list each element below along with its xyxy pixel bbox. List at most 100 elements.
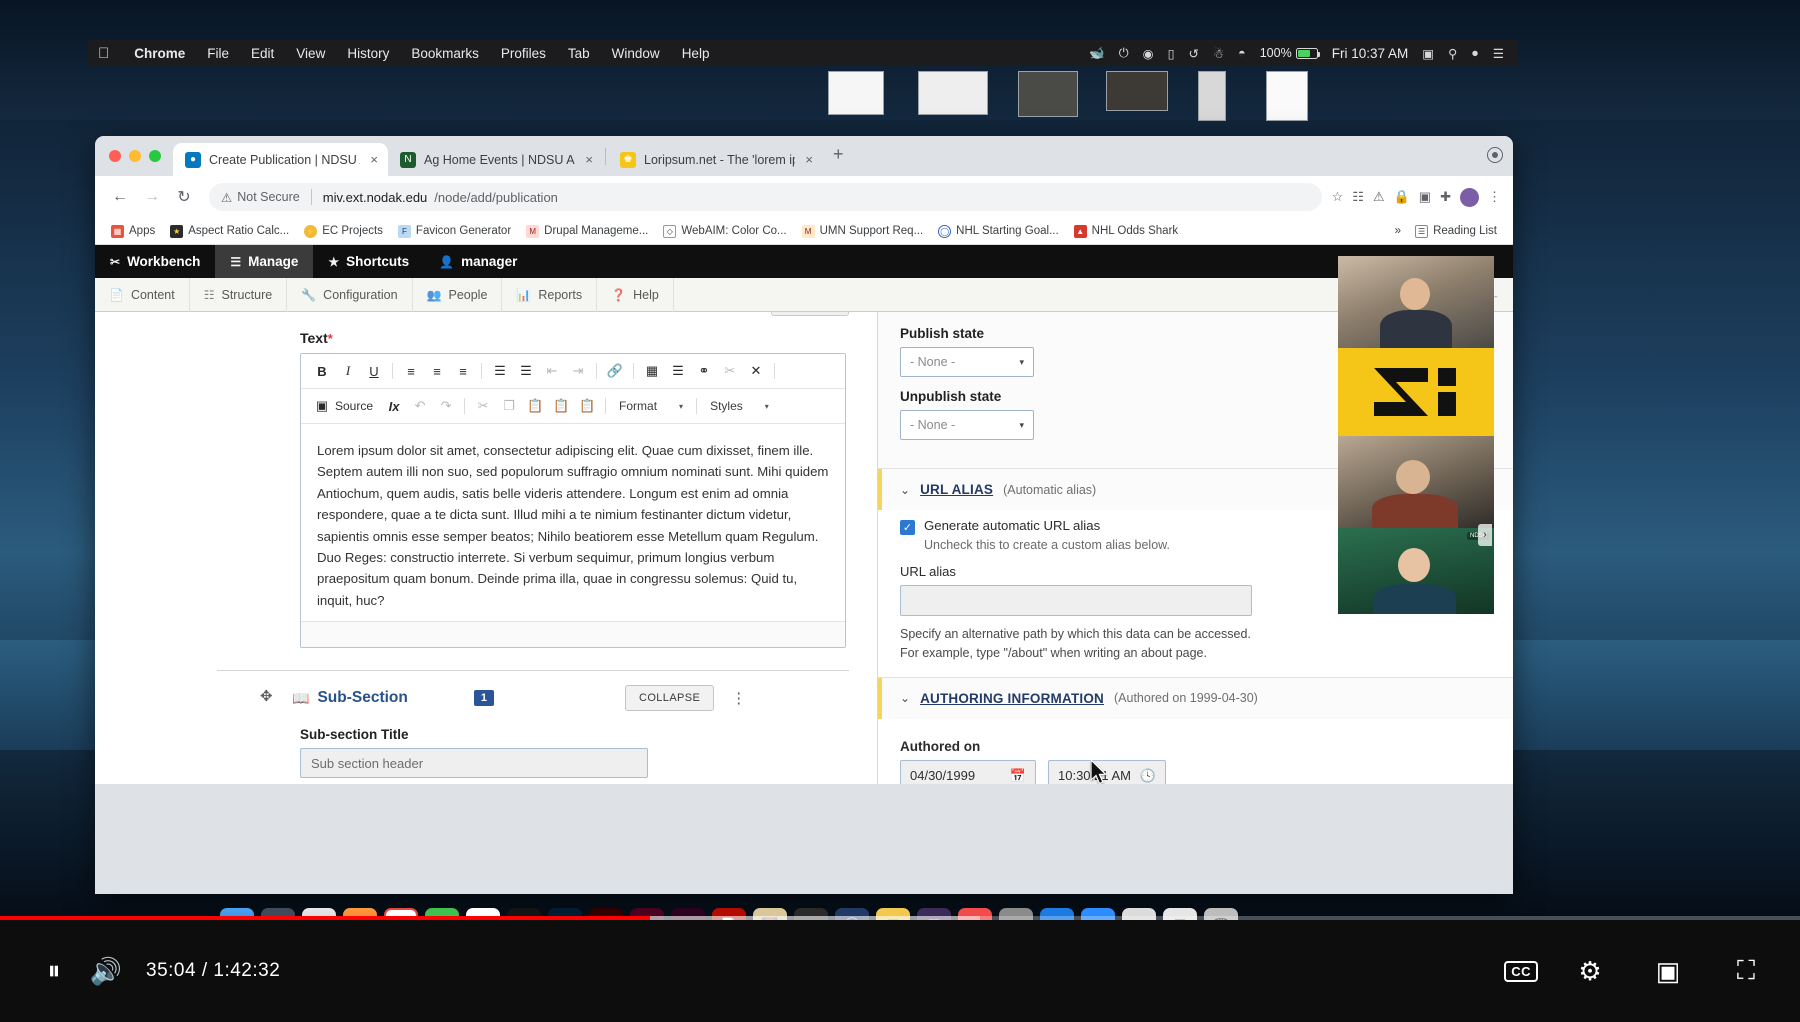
power-icon[interactable]: ⏻: [1119, 46, 1129, 61]
authoring-accordion-header[interactable]: ⌄ AUTHORING INFORMATION (Authored on 199…: [878, 677, 1513, 719]
toolbar-item-manager[interactable]: 👤 manager: [424, 245, 532, 278]
close-tab-button[interactable]: ×: [585, 152, 593, 167]
kebab-menu-icon[interactable]: ⋮: [731, 689, 746, 707]
bookmark-drupal-management[interactable]: M Drupal Manageme...: [520, 222, 654, 241]
bookmarks-overflow-button[interactable]: »: [1395, 225, 1401, 237]
menu-item-history[interactable]: History: [336, 46, 400, 61]
menu-item-tab[interactable]: Tab: [557, 46, 601, 61]
wifi-icon[interactable]: ◓: [1238, 46, 1246, 60]
subsection-weight-badge[interactable]: 1: [473, 690, 494, 706]
unpublish-state-select[interactable]: - None - ▾: [900, 410, 1034, 440]
gear-icon[interactable]: ⚙: [1564, 945, 1616, 997]
captions-button[interactable]: CC: [1504, 960, 1538, 982]
reload-button[interactable]: ↻: [169, 182, 199, 212]
numbered-list-button[interactable]: ☰: [513, 359, 539, 383]
collapse-button[interactable]: COLLAPSE: [624, 685, 715, 711]
bookmark-nhl-starting-goalies[interactable]: ◯ NHL Starting Goal...: [932, 222, 1064, 241]
menu-item-file[interactable]: File: [196, 46, 240, 61]
remove-format-button[interactable]: Ix: [381, 394, 407, 418]
menu-item-window[interactable]: Window: [601, 46, 671, 61]
menu-item-edit[interactable]: Edit: [240, 46, 285, 61]
table-button[interactable]: ▦: [639, 359, 665, 383]
redo-button[interactable]: ↷: [433, 394, 459, 418]
webcam-carousel-next-button[interactable]: ›: [1478, 524, 1492, 546]
toolbar-item-manage[interactable]: ☰ Manage: [215, 245, 314, 278]
underline-button[interactable]: U: [361, 359, 387, 383]
bookmark-favicon-generator[interactable]: F Favicon Generator: [392, 222, 517, 241]
battery-status[interactable]: 100%: [1260, 46, 1321, 60]
admin-menu-content[interactable]: 📄 Content: [95, 277, 190, 312]
publish-state-select[interactable]: - None - ▾: [900, 347, 1034, 377]
bookmark-star-icon[interactable]: ☆: [1332, 189, 1344, 205]
menu-item-view[interactable]: View: [285, 46, 336, 61]
calendar-icon[interactable]: 📅: [1010, 768, 1026, 784]
profile-avatar-icon[interactable]: [1460, 187, 1479, 207]
participant-tile-1[interactable]: [1338, 256, 1494, 350]
bold-button[interactable]: B: [309, 359, 335, 383]
share-icon[interactable]: ⚠: [1373, 189, 1385, 205]
generate-alias-checkbox[interactable]: ✓: [900, 520, 915, 535]
reading-list-button[interactable]: ☰ Reading List: [1409, 222, 1503, 241]
address-bar[interactable]: ⚠ Not Secure miv.ext.nodak.edu/node/add/…: [209, 183, 1322, 211]
pause-icon[interactable]: ⏸: [28, 945, 80, 997]
control-center-icon[interactable]: ☰: [1493, 46, 1504, 61]
extensions-icon[interactable]: ✚: [1440, 189, 1451, 205]
back-button[interactable]: ←: [105, 182, 135, 212]
authored-on-date-input[interactable]: 04/30/1999 📅: [900, 759, 1036, 784]
partial-button-above[interactable]: [771, 312, 849, 316]
align-left-button[interactable]: ≡: [398, 359, 424, 383]
docker-icon[interactable]: 🐋: [1089, 46, 1105, 61]
miniplayer-icon[interactable]: ▣: [1642, 945, 1694, 997]
admin-menu-help[interactable]: ❓ Help: [597, 277, 674, 312]
styles-dropdown[interactable]: Styles ▾: [702, 399, 777, 413]
bulleted-list-button[interactable]: ☰: [487, 359, 513, 383]
bluetooth-icon[interactable]: ☃: [1213, 46, 1224, 61]
admin-menu-configuration[interactable]: 🔧 Configuration: [287, 277, 413, 312]
apple-icon[interactable]: : [98, 46, 109, 61]
menu-item-profiles[interactable]: Profiles: [490, 46, 557, 61]
security-indicator[interactable]: ⚠ Not Secure: [221, 190, 300, 205]
menu-item-help[interactable]: Help: [671, 46, 721, 61]
tab-ag-home-events[interactable]: N Ag Home Events | NDSU Agric ×: [388, 143, 603, 176]
source-code-icon[interactable]: ▣: [309, 394, 335, 418]
source-button-label[interactable]: Source: [335, 399, 373, 413]
bookmark-umn-support[interactable]: M UMN Support Req...: [796, 222, 930, 241]
maximize-window-button[interactable]: [149, 150, 161, 162]
horizontal-rule-button[interactable]: ☰: [665, 359, 691, 383]
menu-clock[interactable]: Fri 10:37 AM: [1332, 46, 1409, 61]
dropbox-icon[interactable]: ◉: [1143, 46, 1154, 61]
paste-from-word-button[interactable]: 📋: [574, 394, 600, 418]
chrome-menu-icon[interactable]: ⋮: [1488, 189, 1501, 205]
time-machine-icon[interactable]: ↺: [1188, 46, 1198, 61]
indent-button[interactable]: ⇥: [565, 359, 591, 383]
clock-icon[interactable]: 🕓: [1140, 768, 1156, 784]
bookmark-ec-projects[interactable]: ⚡ EC Projects: [298, 222, 389, 241]
menu-item-bookmarks[interactable]: Bookmarks: [400, 46, 490, 61]
outdent-button[interactable]: ⇤: [539, 359, 565, 383]
bookmark-apps[interactable]: ▦ Apps: [105, 222, 161, 241]
admin-menu-reports[interactable]: 📊 Reports: [502, 277, 598, 312]
paste-as-text-button[interactable]: 📋: [548, 394, 574, 418]
undo-button[interactable]: ↶: [407, 394, 433, 418]
menu-item-chrome[interactable]: Chrome: [123, 46, 196, 61]
copy-button[interactable]: ❐: [496, 394, 522, 418]
drag-handle-icon[interactable]: ✥: [260, 687, 273, 705]
extension-puzzle-icon[interactable]: ☷: [1352, 189, 1364, 205]
toolbar-item-shortcuts[interactable]: ★ Shortcuts: [313, 245, 424, 278]
siri-icon[interactable]: ●: [1471, 46, 1479, 60]
align-right-button[interactable]: ≡: [450, 359, 476, 383]
close-window-button[interactable]: [109, 150, 121, 162]
url-alias-input[interactable]: [900, 585, 1252, 616]
new-tab-button[interactable]: +: [823, 144, 854, 169]
participant-tile-4[interactable]: NDSU: [1338, 528, 1494, 614]
lock-icon[interactable]: 🔒: [1394, 189, 1410, 205]
anchor-button[interactable]: ⚭: [691, 359, 717, 383]
subsection-title-input[interactable]: Sub section header: [300, 748, 648, 778]
screenshot-icon[interactable]: ▣: [1419, 189, 1431, 205]
cut-button[interactable]: ✂: [470, 394, 496, 418]
forward-button[interactable]: →: [137, 182, 167, 212]
editor-body[interactable]: Lorem ipsum dolor sit amet, consectetur …: [301, 424, 845, 621]
participant-tile-2-logo[interactable]: [1338, 348, 1494, 436]
align-center-button[interactable]: ≡: [424, 359, 450, 383]
link-button[interactable]: 🔗: [602, 359, 628, 383]
